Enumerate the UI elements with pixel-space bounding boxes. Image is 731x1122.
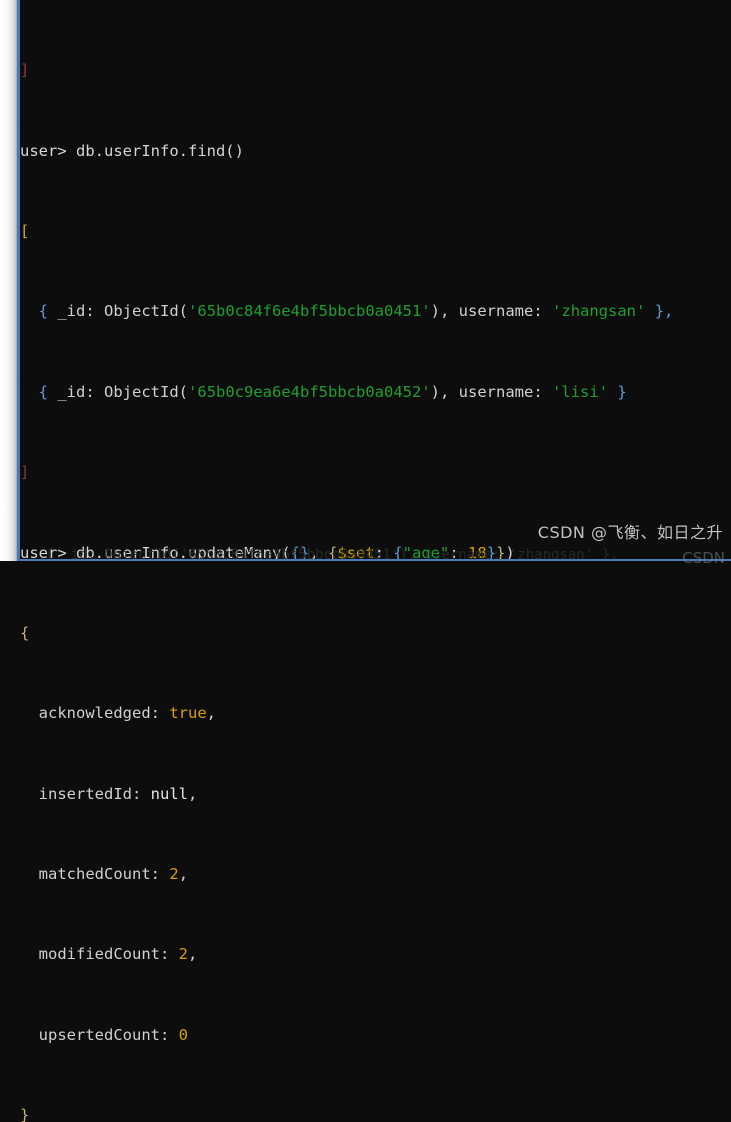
username-value: 'zhangsan' — [552, 302, 646, 321]
terminal-line-8-acknowledged: acknowledged: true, — [20, 703, 731, 723]
result-value-insertedid: null — [150, 784, 188, 803]
terminal-line-7: { — [20, 623, 731, 643]
screenshot-root: { _id: ObjectId('65b0c84f6e4bf5bbcb0a045… — [0, 0, 731, 1122]
open-brace: { — [38, 382, 58, 401]
result-label-insertedid: insertedId: — [38, 784, 142, 803]
objectid-value: '65b0c9ea6e4bf5bbcb0a0452' — [188, 382, 431, 401]
result-label-matchedcount: matchedCount: — [38, 865, 160, 884]
open-brace: { — [38, 302, 58, 321]
terminal-line-3-document-row: { _id: ObjectId('65b0c84f6e4bf5bbcb0a045… — [20, 301, 731, 321]
terminal-line-1-command-find: user> db.userInfo.find() — [20, 141, 731, 161]
result-value-matchedcount: 2 — [169, 865, 179, 884]
field-label-username: username: — [458, 302, 543, 321]
comma: , — [178, 865, 189, 884]
paren-comma: ), — [430, 302, 459, 321]
close-bracket: ] — [20, 463, 30, 482]
terminal-line-9-insertedid: insertedId: null, — [20, 784, 731, 804]
terminal-line-12-upsertedcount: upsertedCount: 0 — [20, 1025, 731, 1045]
comma: , — [206, 704, 217, 723]
terminal-line-2: [ — [20, 221, 731, 241]
terminal-line-13: } — [20, 1105, 731, 1122]
open-brace-result: { — [20, 623, 30, 642]
terminal-line-5: ] — [20, 462, 731, 482]
shell-prompt: user> — [20, 141, 67, 160]
terminal-line-4-document-row: { _id: ObjectId('65b0c9ea6e4bf5bbcb0a045… — [20, 382, 731, 402]
close-brace: }, — [645, 302, 674, 321]
close-brace: } — [608, 382, 627, 401]
command-find-text: db.userInfo.find() — [66, 141, 244, 160]
result-value-acknowledged: true — [169, 704, 207, 723]
comma: , — [188, 945, 198, 964]
field-label-id: _id: — [57, 302, 95, 321]
mongosh-terminal-output[interactable]: ] user> db.userInfo.find() [ { _id: Obje… — [20, 0, 731, 1122]
result-value-upsertedcount: 0 — [178, 1025, 189, 1044]
field-label-id: _id: — [57, 382, 95, 401]
objectid-fn: ObjectId( — [104, 382, 189, 401]
result-value-modifiedcount: 2 — [178, 945, 189, 964]
terminal-line-11-modifiedcount: modifiedCount: 2, — [20, 944, 731, 964]
field-label-username: username: — [458, 382, 543, 401]
terminal-frame-left-border — [17, 0, 20, 561]
open-bracket: [ — [20, 222, 30, 241]
close-bracket: ] — [20, 61, 30, 80]
result-label-acknowledged: acknowledged: — [38, 704, 160, 723]
result-label-upsertedcount: upsertedCount: — [38, 1025, 170, 1044]
terminal-line-10-matchedcount: matchedCount: 2, — [20, 864, 731, 884]
objectid-value: '65b0c84f6e4bf5bbcb0a0451' — [188, 302, 431, 321]
page-left-gutter — [0, 0, 17, 561]
objectid-fn: ObjectId( — [104, 302, 189, 321]
result-label-modifiedcount: modifiedCount: — [38, 945, 170, 964]
comma: , — [188, 784, 198, 803]
close-brace-result: } — [20, 1106, 30, 1122]
paren-comma: ), — [430, 382, 459, 401]
username-value: 'lisi' — [552, 382, 609, 401]
terminal-line-0: ] — [20, 60, 731, 80]
